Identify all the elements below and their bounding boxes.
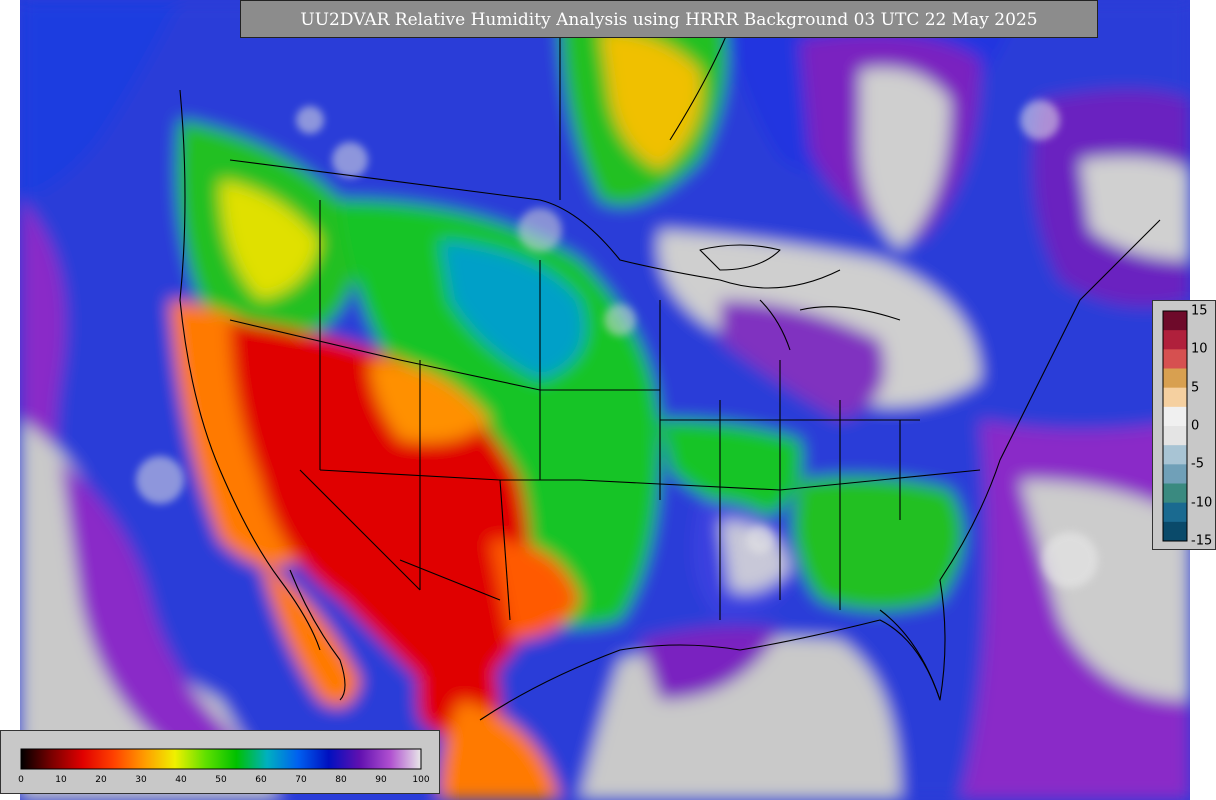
rh-tick-label: 50 — [215, 775, 227, 785]
difference-tick-label: 10 — [1191, 341, 1208, 357]
rh-tick-label: 70 — [295, 775, 307, 785]
rh-tick-label: 30 — [135, 775, 147, 785]
rh-field — [20, 0, 1190, 800]
difference-tick-label: 15 — [1191, 303, 1208, 319]
difference-tick-label: -5 — [1191, 456, 1204, 472]
difference-colorbar-ticks: 15 10 5 0 -5 -10 -15 — [1153, 301, 1216, 551]
rh-tick-label: 80 — [335, 775, 347, 785]
map-title: UU2DVAR Relative Humidity Analysis using… — [240, 0, 1098, 38]
rh-tick-label: 0 — [18, 775, 24, 785]
rh-colorbar-panel: 0 10 20 30 40 50 60 70 80 90 100 — [0, 730, 440, 794]
difference-tick-label: -15 — [1191, 533, 1213, 549]
rh-tick-label: 10 — [55, 775, 67, 785]
difference-tick-label: 5 — [1191, 380, 1200, 396]
rh-tick-label: 40 — [175, 775, 187, 785]
rh-tick-label: 60 — [255, 775, 267, 785]
rh-analysis-map — [20, 0, 1190, 800]
rh-tick-label: 100 — [412, 775, 430, 785]
difference-colorbar-panel: 15 10 5 0 -5 -10 -15 — [1152, 300, 1216, 550]
difference-tick-label: 0 — [1191, 418, 1200, 434]
rh-tick-label: 90 — [375, 775, 387, 785]
rh-tick-label: 20 — [95, 775, 107, 785]
rh-colorbar-ticks: 0 10 20 30 40 50 60 70 80 90 100 — [1, 775, 441, 787]
difference-tick-label: -10 — [1191, 495, 1213, 511]
